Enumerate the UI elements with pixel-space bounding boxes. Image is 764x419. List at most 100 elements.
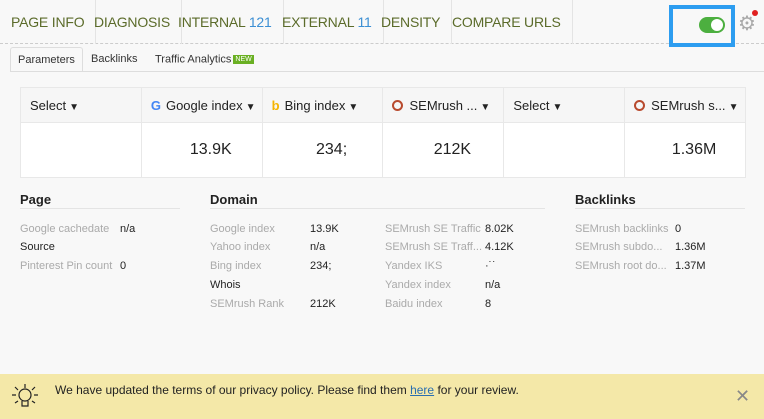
backlinks-section: Backlinks (575, 192, 745, 209)
info-label: SEMrush backlinks (575, 223, 669, 235)
subtab-traffic-analytics[interactable]: Traffic Analytics NEW (148, 47, 261, 72)
info-value: 4.12K (485, 241, 514, 253)
info-row: SEMrush subdo... 1.36M (575, 241, 735, 255)
info-label: Baidu index (385, 298, 443, 310)
bing-icon: b (271, 97, 280, 113)
info-label: SEMrush Rank (210, 298, 284, 310)
tab-label: INTERNAL (178, 14, 246, 30)
tab-label: DIAGNOSIS (94, 14, 170, 30)
tab-density[interactable]: DENSITY (370, 0, 453, 44)
section-title: Backlinks (575, 192, 745, 209)
info-row: Source (20, 241, 180, 255)
info-label: Google index (210, 223, 275, 235)
top-nav: PAGE INFO DIAGNOSIS INTERNAL 121 EXTERNA… (0, 0, 764, 47)
info-label: Bing index (210, 260, 262, 272)
table-cell (503, 122, 626, 178)
info-row: SEMrush SE Traffic 8.02K (385, 223, 545, 237)
info-row: Yahoo index n/a (210, 241, 370, 255)
table-cell: 1.36M (624, 122, 746, 178)
toggle-switch[interactable] (699, 17, 725, 33)
info-label: Google cachedate (20, 223, 110, 235)
tab-external[interactable]: EXTERNAL 11 (271, 0, 384, 44)
info-value: n/a (310, 241, 326, 253)
info-row: Pinterest Pin count 0 (20, 260, 180, 274)
tab-label: PAGE INFO (11, 14, 85, 30)
header-label: Select (30, 97, 67, 113)
domain-section: Domain (210, 192, 545, 209)
info-label[interactable]: Source (20, 241, 55, 253)
banner-text: for your review. (434, 383, 519, 397)
info-row: SEMrush SE Traff... 4.12K (385, 241, 545, 255)
caret-down-icon: ▼ (552, 101, 563, 113)
new-badge: NEW (233, 55, 254, 64)
info-row: Yandex IKS ·˙˙ (385, 260, 545, 274)
info-row: Whois (210, 279, 370, 293)
subtab-backlinks[interactable]: Backlinks (84, 47, 144, 72)
info-value: ·˙˙ (485, 260, 496, 272)
table-cell: 212K (382, 122, 505, 178)
section-title: Page (20, 192, 180, 209)
header-label: SEMrush ... (409, 97, 478, 113)
info-value: 13.9K (310, 223, 339, 235)
info-label: SEMrush SE Traff... (385, 241, 482, 253)
info-label: SEMrush subdo... (575, 241, 663, 253)
semrush-icon (634, 99, 646, 111)
tab-label: EXTERNAL (282, 14, 354, 30)
info-row: Baidu index 8 (385, 298, 545, 312)
info-row: Yandex index n/a (385, 279, 545, 293)
column-semrush-s[interactable]: SEMrush s... ▼ (624, 87, 746, 123)
tab-internal[interactable]: INTERNAL 121 (167, 0, 284, 44)
table-cell: 234; (261, 122, 384, 178)
column-bing-index[interactable]: b Bing index ▼ (261, 87, 384, 123)
close-icon[interactable]: ✕ (735, 386, 750, 407)
info-value: 0 (120, 260, 127, 272)
info-row: Bing index 234; (210, 260, 370, 274)
column-google-index[interactable]: G Google index ▼ (140, 87, 263, 123)
column-select[interactable]: Select ▼ (20, 87, 142, 123)
info-value: 8 (485, 298, 492, 310)
tab-label: DENSITY (381, 14, 441, 30)
tab-compare-urls[interactable]: COMPARE URLS (441, 0, 573, 44)
info-value: n/a (485, 279, 501, 291)
info-row: SEMrush root do... 1.37M (575, 260, 735, 274)
notification-dot (752, 10, 758, 16)
info-value: 234; (310, 260, 332, 272)
divider (10, 71, 764, 72)
info-label: Yandex index (385, 279, 451, 291)
info-label: Yahoo index (210, 241, 271, 253)
info-row: SEMrush backlinks 0 (575, 223, 735, 237)
tab-page-info[interactable]: PAGE INFO (0, 0, 97, 44)
table-cell: 13.9K (140, 122, 263, 178)
page-section: Page (20, 192, 180, 209)
info-row: SEMrush Rank 212K (210, 298, 370, 312)
info-value: 1.36M (675, 241, 706, 253)
banner-text: We have updated the terms of our privacy… (55, 383, 411, 397)
privacy-link[interactable]: here (410, 383, 434, 397)
header-label: Select (513, 97, 550, 113)
info-value: 0 (675, 223, 682, 235)
privacy-banner: We have updated the terms of our privacy… (0, 374, 764, 419)
google-icon: G (150, 97, 161, 113)
header-label: Bing index (284, 97, 346, 113)
info-value: 8.02K (485, 223, 514, 235)
info-label: SEMrush SE Traffic (385, 223, 481, 235)
column-semrush[interactable]: SEMrush ... ▼ (382, 87, 505, 123)
info-value: n/a (120, 223, 136, 235)
caret-down-icon: ▼ (69, 101, 80, 113)
table-cell (20, 122, 142, 178)
info-label[interactable]: Whois (210, 279, 241, 291)
info-row: Google index 13.9K (210, 223, 370, 237)
caret-down-icon: ▼ (348, 101, 359, 113)
section-title: Domain (210, 192, 545, 209)
info-value: 1.37M (675, 260, 706, 272)
column-select[interactable]: Select ▼ (503, 87, 626, 123)
toggle-highlight (669, 5, 735, 47)
semrush-icon (392, 99, 404, 111)
info-row: Google cachedate n/a (20, 223, 180, 237)
header-label: SEMrush s... (651, 97, 726, 113)
table-row: 13.9K 234; 212K 1.36M (20, 122, 746, 178)
header-label: Google index (165, 97, 243, 113)
info-value: 212K (310, 298, 336, 310)
subtab-parameters[interactable]: Parameters (10, 47, 83, 72)
banner-message: We have updated the terms of our privacy… (55, 383, 519, 397)
